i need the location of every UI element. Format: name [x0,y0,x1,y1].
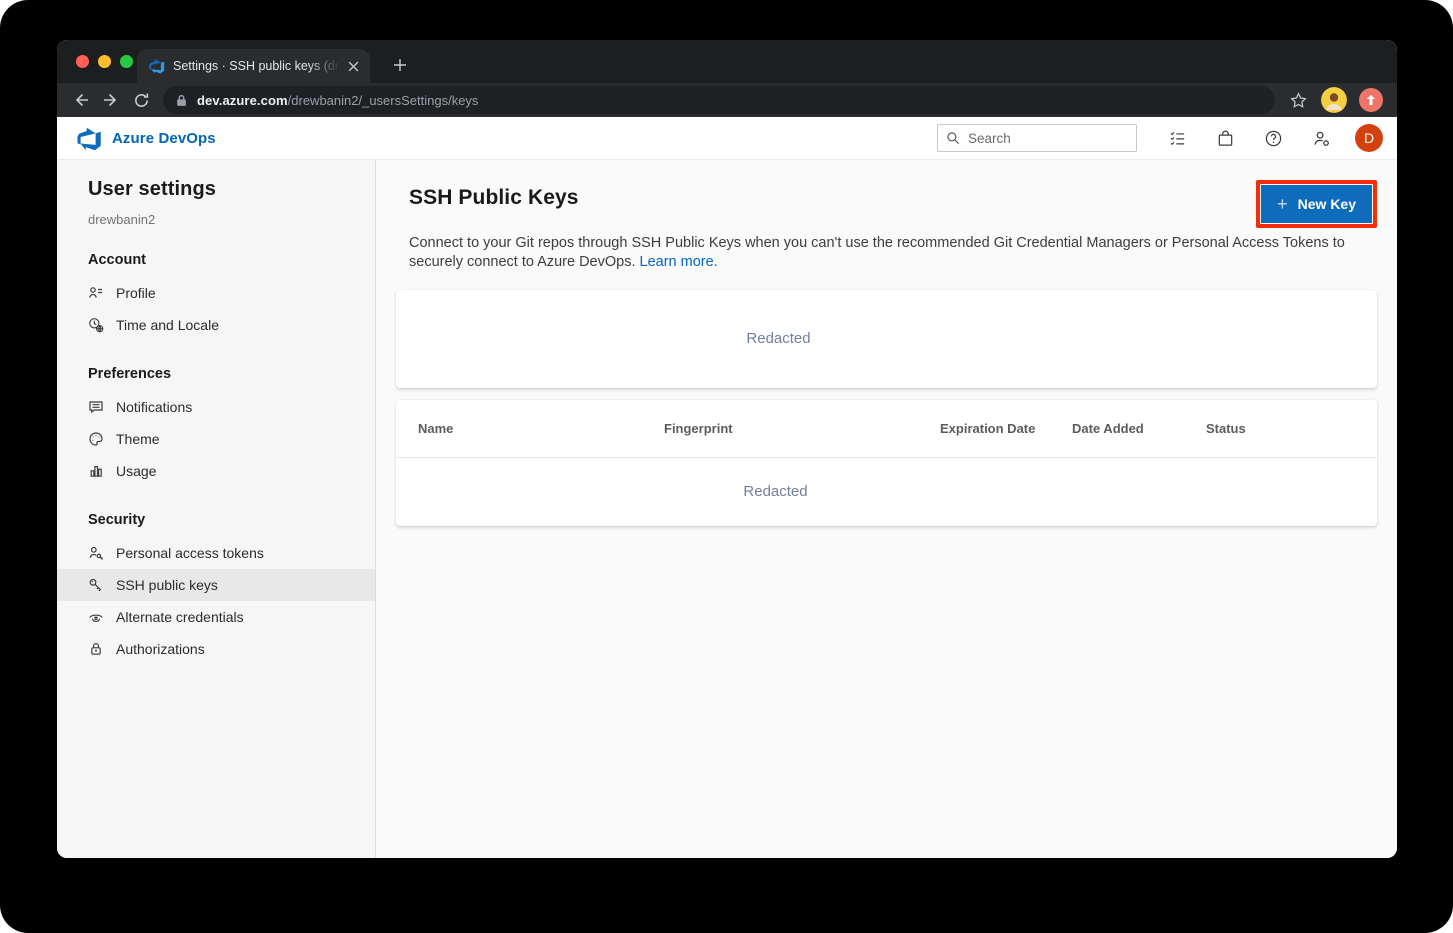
table-header-row: Name Fingerprint Expiration Date Date Ad… [396,400,1377,458]
marketplace-bag-icon[interactable] [1201,121,1249,155]
sidebar-username: drewbanin2 [57,212,375,227]
close-window-button[interactable] [76,55,89,68]
tab-title: Settings · SSH public keys (dre [173,59,345,73]
redacted-text: Redacted [746,330,810,347]
sidebar-item-usage[interactable]: Usage [57,455,375,487]
sidebar-item-alternate-credentials[interactable]: Alternate credentials [57,601,375,633]
screenshot-canvas: Settings · SSH public keys (dre [0,0,1453,933]
palette-icon [88,431,104,447]
profile-icon [88,285,104,301]
sidebar-item-label: Authorizations [116,641,205,657]
account-avatar[interactable]: D [1355,124,1383,152]
sidebar-item-label: Alternate credentials [116,609,244,625]
annotation-highlight: + New Key [1256,180,1377,228]
column-header-expiration-date: Expiration Date [940,421,1072,436]
sidebar-item-label: Notifications [116,399,192,415]
page-description: Connect to your Git repos through SSH Pu… [409,234,1364,273]
column-header-date-added: Date Added [1072,421,1206,436]
lock-icon [175,94,188,107]
sidebar-item-theme[interactable]: Theme [57,423,375,455]
sidebar-item-personal-access-tokens[interactable]: Personal access tokens [57,537,375,569]
browser-tab[interactable]: Settings · SSH public keys (dre [137,49,370,83]
sidebar-item-notifications[interactable]: Notifications [57,391,375,423]
redacted-text: Redacted [743,483,807,500]
bookmark-star-icon[interactable] [1285,87,1311,113]
azure-devops-home-link[interactable]: Azure DevOps [77,126,216,151]
page-title: SSH Public Keys [409,180,579,210]
avatar-initial: D [1364,130,1374,146]
work-items-list-icon[interactable] [1153,121,1201,155]
new-key-button-label: New Key [1298,196,1356,212]
learn-more-link[interactable]: Learn more. [640,254,718,270]
bar-chart-icon [88,463,104,479]
traffic-lights [76,55,133,68]
address-bar[interactable]: dev.azure.com/drewbanin2/_usersSettings/… [163,86,1275,114]
url-path: /drewbanin2/_usersSettings/keys [288,93,479,108]
ssh-keys-table: Name Fingerprint Expiration Date Date Ad… [396,400,1377,526]
tab-strip: Settings · SSH public keys (dre [57,40,1397,83]
sidebar-title: User settings [57,178,375,201]
sidebar-item-ssh-public-keys[interactable]: SSH public keys [57,569,375,601]
reload-icon[interactable] [127,86,155,114]
sidebar-item-label: Theme [116,431,160,447]
new-key-button[interactable]: + New Key [1261,185,1372,223]
column-header-fingerprint: Fingerprint [664,421,940,436]
lock-shield-icon [88,641,104,657]
sidebar-item-time-and-locale[interactable]: Time and Locale [57,309,375,341]
clock-globe-icon [88,317,104,333]
zoom-window-button[interactable] [120,55,133,68]
azure-devops-logo-icon [77,126,102,151]
help-icon[interactable] [1249,121,1297,155]
settings-sidebar: User settings drewbanin2 Account Profile… [57,160,376,858]
sidebar-item-profile[interactable]: Profile [57,277,375,309]
sidebar-item-label: SSH public keys [116,577,218,593]
forward-icon[interactable] [97,86,125,114]
column-header-name: Name [418,421,664,436]
section-header-account: Account [57,252,375,268]
ssh-key-entry-card: Redacted [396,290,1377,388]
main-panel: SSH Public Keys + New Key Connect to you… [376,160,1397,858]
browser-profile-avatar[interactable] [1321,87,1347,113]
browser-toolbar: dev.azure.com/drewbanin2/_usersSettings/… [57,83,1397,117]
description-text: Connect to your Git repos through SSH Pu… [409,235,1345,270]
minimize-window-button[interactable] [98,55,111,68]
browser-update-icon[interactable] [1359,88,1383,112]
column-header-status: Status [1206,421,1377,436]
tab-close-icon[interactable] [345,58,362,75]
eye-icon [88,609,104,625]
search-box[interactable] [937,124,1137,152]
sidebar-item-label: Usage [116,463,156,479]
app-header: Azure DevOps D [57,117,1397,160]
sidebar-item-label: Time and Locale [116,317,219,333]
azure-devops-favicon [149,58,165,74]
comment-icon [88,399,104,415]
plus-icon: + [1277,195,1288,213]
back-icon[interactable] [67,86,95,114]
url-domain: dev.azure.com [197,93,288,108]
brand-name: Azure DevOps [112,130,216,147]
section-header-security: Security [57,512,375,528]
user-settings-icon[interactable] [1297,121,1345,155]
key-icon [88,577,104,593]
sidebar-item-label: Profile [116,285,156,301]
browser-window: Settings · SSH public keys (dre [57,40,1397,858]
header-actions: D [937,121,1383,155]
person-key-icon [88,545,104,561]
search-input[interactable] [968,131,1128,146]
sidebar-item-label: Personal access tokens [116,545,264,561]
sidebar-item-authorizations[interactable]: Authorizations [57,633,375,665]
new-tab-button[interactable] [388,53,412,77]
search-icon [946,131,960,145]
url-text: dev.azure.com/drewbanin2/_usersSettings/… [197,93,478,108]
table-row: Redacted [396,458,1377,526]
section-header-preferences: Preferences [57,366,375,382]
page-content: User settings drewbanin2 Account Profile… [57,160,1397,858]
main-header-row: SSH Public Keys + New Key [409,180,1377,228]
